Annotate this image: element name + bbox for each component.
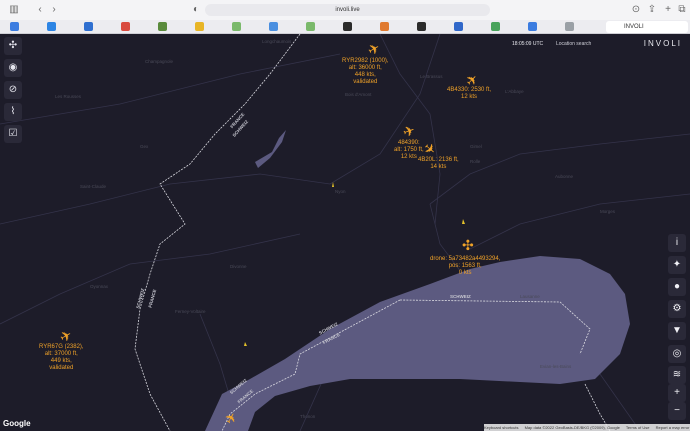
tab-favicon-icon[interactable] xyxy=(454,22,463,31)
drone-marker-icon[interactable]: ✣ xyxy=(462,238,474,252)
share-icon[interactable]: ⇪ xyxy=(646,4,658,16)
place-label: Gex xyxy=(140,144,149,149)
google-logo: Google xyxy=(3,419,31,428)
drone-label: drone: 5a73482a4493294, pos: 1563 ft, 0 … xyxy=(430,256,501,276)
trend-icon[interactable]: ⌇ xyxy=(4,103,22,121)
locate-icon[interactable]: ◎ xyxy=(668,345,686,363)
download-icon[interactable]: ⊙ xyxy=(630,4,642,16)
tab-favicon-icon[interactable] xyxy=(232,22,241,31)
place-label: Thonon xyxy=(300,414,316,419)
brand-logo: INVOLI xyxy=(643,39,682,48)
tab-bar: INVOLI xyxy=(0,20,690,34)
back-icon[interactable]: ‹ xyxy=(34,4,46,16)
place-label: Rolle xyxy=(470,159,481,164)
place-label: Ferney-Voltaire xyxy=(175,309,206,314)
tab-favicon-icon[interactable] xyxy=(343,22,352,31)
map-attribution: Keyboard shortcuts Map data ©2022 GeoBas… xyxy=(484,424,690,431)
place-label: Champagnole xyxy=(145,59,174,64)
tab-active-title: INVOLI xyxy=(624,24,644,30)
map-data-credit: Map data ©2022 GeoBasis-DE/BKG (©2009), … xyxy=(524,425,620,430)
address-bar[interactable]: involi.live xyxy=(205,4,490,16)
checklist-icon[interactable]: ☑ xyxy=(4,125,22,143)
aircraft-label: RYR2982 (1000), alt: 36000 ft, 448 kts, … xyxy=(342,58,389,85)
place-label: Nyon xyxy=(335,189,346,194)
place-label: Evian-les-Bains xyxy=(540,364,572,369)
tab-overview-icon[interactable]: ⧉ xyxy=(676,4,688,16)
filter-icon[interactable]: ▼ xyxy=(668,322,686,340)
place-label: Saint-Claude xyxy=(80,184,107,189)
tab-favicon-icon[interactable] xyxy=(121,22,130,31)
tab-favicon-icon[interactable] xyxy=(269,22,278,31)
report-error-link[interactable]: Report a map error xyxy=(656,425,690,430)
place-label: Les Rousses xyxy=(55,94,82,99)
place-label: Aubonne xyxy=(555,174,574,179)
lake-geneva xyxy=(205,256,630,431)
tab-favicon-icon[interactable] xyxy=(158,22,167,31)
place-label: Lausanne xyxy=(520,294,540,299)
place-label: Le Brassus xyxy=(420,74,443,79)
tab-favicon-icon[interactable] xyxy=(84,22,93,31)
border-label: SCHWEIZ xyxy=(450,294,471,299)
forward-icon[interactable]: › xyxy=(48,4,60,16)
layers-icon[interactable]: ≋ xyxy=(668,366,686,384)
marker-plus-icon[interactable]: ✦ xyxy=(668,256,686,274)
drone-icon[interactable]: ✣ xyxy=(4,37,22,55)
place-label: Gimel xyxy=(470,144,482,149)
settings-icon[interactable]: ⚙ xyxy=(668,300,686,318)
eye-icon[interactable]: ◉ xyxy=(4,59,22,77)
place-label: Morges xyxy=(600,209,616,214)
tab-active[interactable]: INVOLI xyxy=(606,21,688,33)
tab-favicon-icon[interactable] xyxy=(417,22,426,31)
aircraft-label: 4B4330: 2530 ft, 12 kts xyxy=(447,87,492,100)
terms-link[interactable]: Terms of Use xyxy=(626,425,650,430)
browser-toolbar: ▥ ‹ › ◐ involi.live ⊙ ⇪ + ⧉ xyxy=(0,0,690,21)
tab-favicon-icon[interactable] xyxy=(528,22,537,31)
privacy-icon[interactable]: ◐ xyxy=(190,4,202,16)
place-label: L'Abbaye xyxy=(505,89,524,94)
place-label: Divonne xyxy=(230,264,247,269)
tab-favicon-icon[interactable] xyxy=(306,22,315,31)
location-search[interactable]: Location search xyxy=(556,41,591,47)
sidebar-icon[interactable]: ▥ xyxy=(8,4,20,16)
place-label: Oyonnax xyxy=(90,284,109,289)
new-tab-icon[interactable]: + xyxy=(662,4,674,16)
map-view[interactable]: Longchaumois Champagnole Les Rousses Boi… xyxy=(0,34,690,431)
zoom-out-icon[interactable]: − xyxy=(668,402,686,420)
tab-favicon-icon[interactable] xyxy=(380,22,389,31)
tab-favicon-icon[interactable] xyxy=(491,22,500,31)
tab-favicon-icon[interactable] xyxy=(195,22,204,31)
info-icon[interactable]: i xyxy=(668,234,686,252)
tab-favicon-icon[interactable] xyxy=(47,22,56,31)
place-label: Longchaumois xyxy=(262,39,292,44)
aircraft-label: 4B20L: 2136 ft, 14 kts xyxy=(418,157,459,170)
tab-favicon-icon[interactable] xyxy=(10,22,19,31)
keyboard-shortcuts-link[interactable]: Keyboard shortcuts xyxy=(484,425,518,430)
aircraft-label: RYR67G (2382), alt: 37000 ft, 449 kts, v… xyxy=(39,344,84,371)
zoom-in-icon[interactable]: + xyxy=(668,384,686,402)
tab-favicon-icon[interactable] xyxy=(565,22,574,31)
url-text: involi.live xyxy=(335,7,360,13)
compass-icon[interactable]: ⊘ xyxy=(4,81,22,99)
user-icon[interactable]: ● xyxy=(668,278,686,296)
place-label: Bois d'Amont xyxy=(345,92,372,97)
utc-clock: 18:05:09 UTC xyxy=(512,41,544,47)
